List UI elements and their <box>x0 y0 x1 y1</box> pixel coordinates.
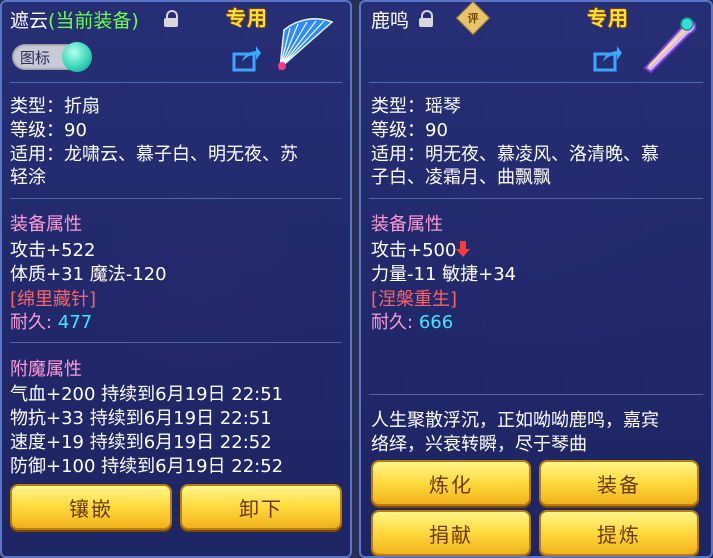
evaluate-badge-icon[interactable]: 评 <box>456 2 490 35</box>
enchant-line: 气血+200 持续到6月19日 22:51 <box>10 384 284 405</box>
divider <box>369 394 703 395</box>
share-icon[interactable] <box>593 44 623 72</box>
enchant-attr-title: 附魔属性 <box>10 359 82 380</box>
item-type: 类型：瑶琴 <box>371 96 461 117</box>
attack-value: 攻击+500 <box>371 240 457 261</box>
lock-icon[interactable] <box>419 10 433 27</box>
durability-value: 477 <box>57 312 93 333</box>
decrease-arrow-icon <box>456 241 471 257</box>
suitable-characters-cont: 轻涂 <box>10 167 46 188</box>
item-level: 等级：90 <box>10 120 87 141</box>
divider <box>369 198 703 199</box>
item-description: 人生聚散浮沉，正如呦呦鹿鸣，嘉宾 <box>371 410 659 431</box>
item-name: 遮云 <box>10 10 49 32</box>
unequip-button[interactable]: 卸下 <box>180 484 342 530</box>
durability: 耐久: 477 <box>10 308 92 334</box>
equipped-item-panel: 遮云(当前装备) 专用 图标 类型：折扇 等级：90 适用：龙啸云、慕子白、明无… <box>0 0 352 558</box>
attack-stat: 攻击+522 <box>10 240 96 261</box>
constitution-magic-stat: 体质+31 魔法-120 <box>10 264 167 285</box>
equip-attr-title: 装备属性 <box>371 214 443 235</box>
divider <box>10 82 342 83</box>
enchant-line: 速度+19 持续到6月19日 22:52 <box>10 432 272 453</box>
compare-item-panel: 鹿鸣 评 专用 类型：瑶琴 等级：90 适用：明无夜、慕凌风、洛清晚、慕 子白、… <box>359 0 713 558</box>
exclusive-tag: 专用 <box>587 6 629 30</box>
extract-button[interactable]: 提炼 <box>539 510 699 556</box>
icon-toggle-label: 图标 <box>20 49 51 67</box>
toggle-knob <box>62 42 92 72</box>
durability-label: 耐久: <box>371 312 414 333</box>
exclusive-tag: 专用 <box>226 6 268 30</box>
evaluate-badge-label: 评 <box>467 12 479 25</box>
divider <box>10 342 342 343</box>
zither-icon <box>637 12 699 74</box>
strength-agility-stat: 力量-11 敏捷+34 <box>371 264 517 285</box>
inlay-button[interactable]: 镶嵌 <box>10 484 172 530</box>
enchant-line: 物抗+33 持续到6月19日 22:51 <box>10 408 272 429</box>
equip-attr-title: 装备属性 <box>10 214 82 235</box>
item-description-cont: 络绎，兴衰转瞬，尽于琴曲 <box>371 434 587 455</box>
item-title: 鹿鸣 <box>371 6 409 33</box>
enchant-line: 防御+100 持续到6月19日 22:52 <box>10 456 284 477</box>
refine-button[interactable]: 炼化 <box>371 460 531 506</box>
folding-fan-icon <box>274 12 336 74</box>
lock-icon[interactable] <box>164 10 178 27</box>
item-name: 鹿鸣 <box>371 10 410 32</box>
durability: 耐久: 666 <box>371 308 453 334</box>
durability-value: 666 <box>418 312 454 333</box>
equip-button[interactable]: 装备 <box>539 460 699 506</box>
share-icon[interactable] <box>232 44 262 72</box>
donate-button[interactable]: 捐献 <box>371 510 531 556</box>
suitable-characters: 适用：龙啸云、慕子白、明无夜、苏 <box>10 144 298 165</box>
current-equipped-label: (当前装备) <box>48 10 139 32</box>
divider <box>10 198 342 199</box>
divider <box>369 82 703 83</box>
item-level: 等级：90 <box>371 120 448 141</box>
icon-toggle[interactable]: 图标 <box>12 42 92 72</box>
item-title: 遮云(当前装备) <box>10 6 139 33</box>
suitable-characters-cont: 子白、凌霜月、曲飘飘 <box>371 167 551 188</box>
durability-label: 耐久: <box>10 312 53 333</box>
attack-stat: 攻击+500 <box>371 236 471 262</box>
item-type: 类型：折扇 <box>10 96 100 117</box>
